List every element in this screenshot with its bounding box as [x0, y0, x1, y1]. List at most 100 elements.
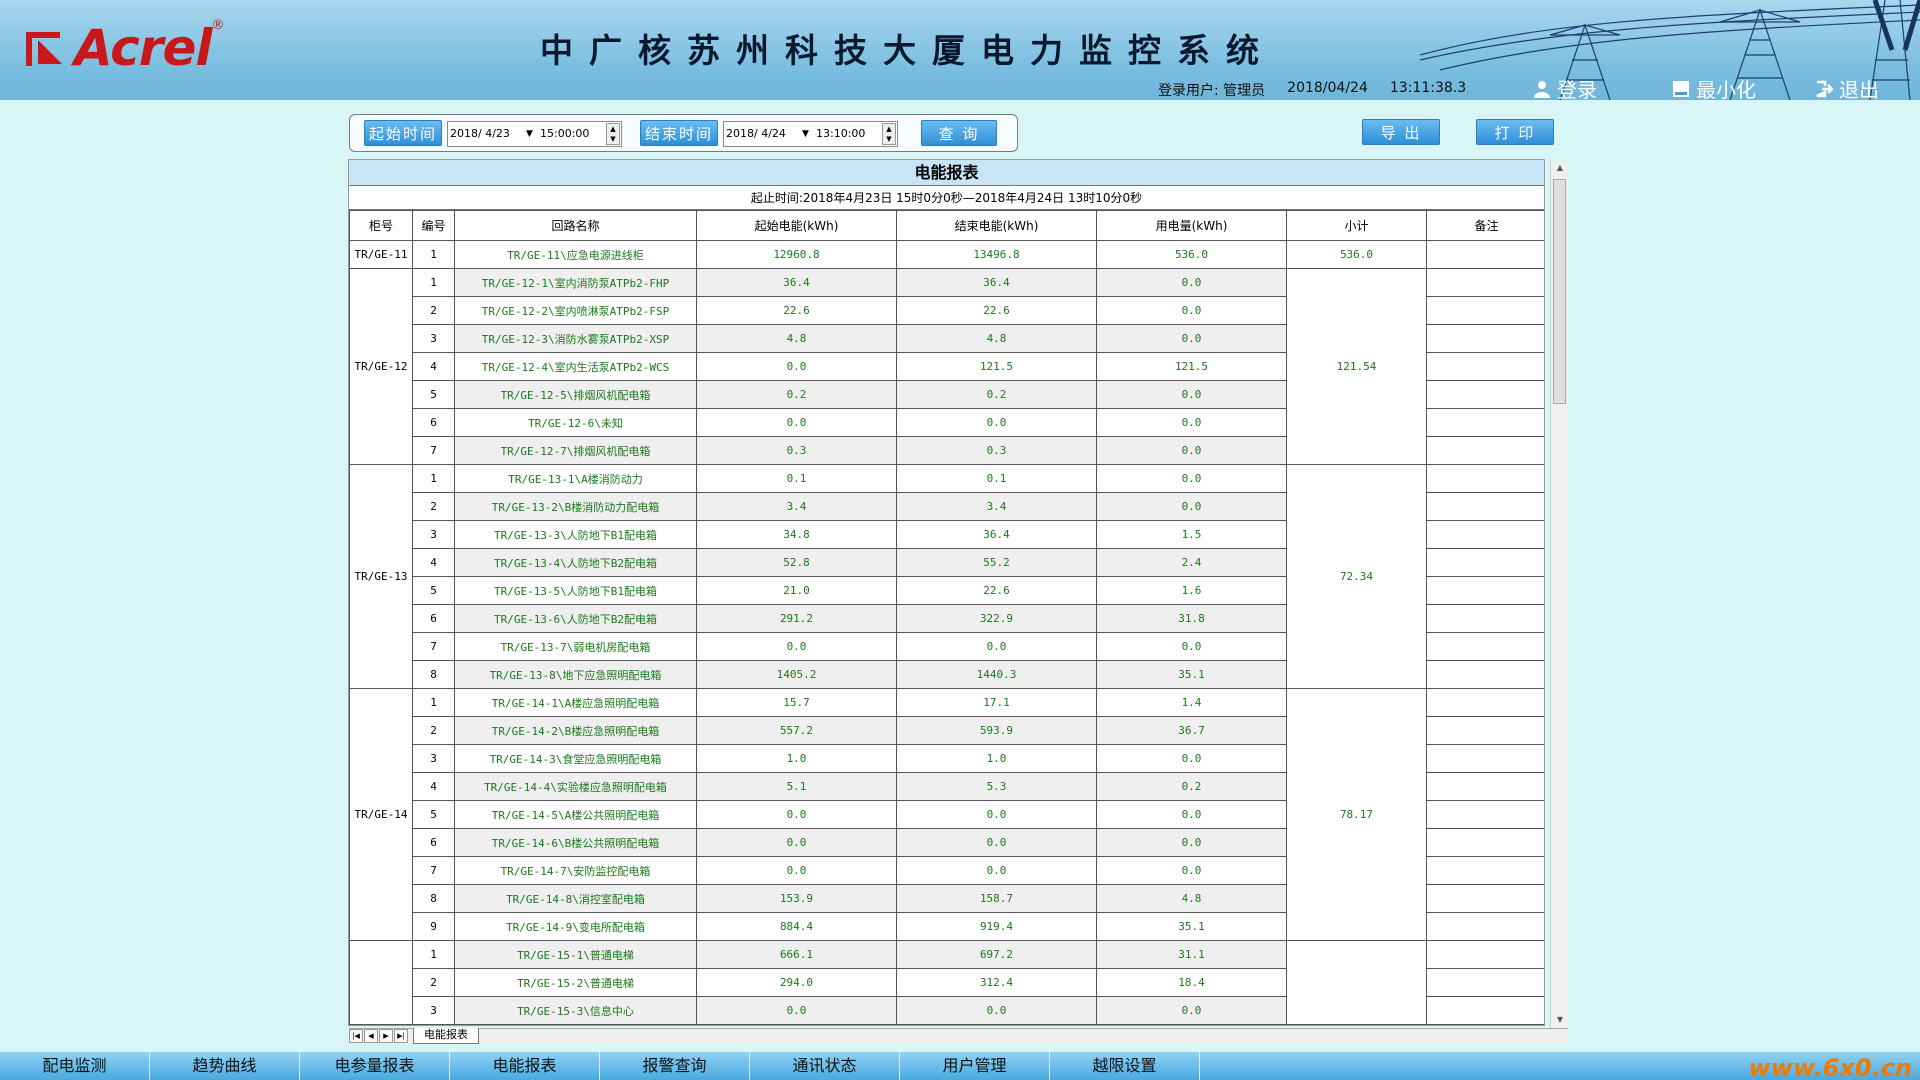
start-energy-cell: 557.2 — [696, 716, 897, 745]
row-number-cell: 2 — [412, 492, 455, 521]
circuit-name-cell: TR/GE-14-2\B楼应急照明配电箱 — [454, 716, 697, 745]
start-energy-cell: 4.8 — [696, 324, 897, 353]
consumption-cell: 0.0 — [1096, 464, 1287, 493]
logo-mark-icon — [26, 26, 70, 70]
minimize-button[interactable]: 最小化 — [1672, 74, 1756, 100]
start-energy-cell: 36.4 — [696, 268, 897, 297]
subtotal-cell: 72.34 — [1286, 464, 1427, 689]
nav-user-management[interactable]: 用户管理 — [900, 1052, 1050, 1080]
login-button[interactable]: 登录 — [1533, 74, 1597, 100]
consumption-cell: 1.5 — [1096, 520, 1287, 549]
end-energy-cell: 1440.3 — [896, 660, 1097, 689]
start-date-value: 2018/ 4/23 — [450, 127, 510, 140]
row-number-cell: 3 — [412, 520, 455, 549]
login-label: 登录 — [1557, 78, 1597, 100]
start-datetime-picker[interactable]: 2018/ 4/23 ▼ 15:00:00 ▲ ▼ — [447, 121, 622, 147]
remark-cell — [1426, 408, 1544, 437]
nav-parameter-report[interactable]: 电参量报表 — [300, 1052, 450, 1080]
end-energy-cell: 1.0 — [896, 744, 1097, 773]
column-header: 小计 — [1286, 210, 1427, 241]
report-time-range: 起止时间:2018年4月23日 15时0分0秒—2018年4月24日 13时10… — [349, 186, 1544, 210]
consumption-cell: 2.4 — [1096, 548, 1287, 577]
remark-cell — [1426, 492, 1544, 521]
scroll-down-icon[interactable]: ▼ — [1551, 1013, 1569, 1027]
remark-cell — [1426, 604, 1544, 633]
first-sheet-icon[interactable]: |◀ — [349, 1029, 363, 1043]
exit-icon — [1816, 80, 1833, 97]
remark-cell — [1426, 632, 1544, 661]
circuit-name-cell: TR/GE-13-7\弱电机房配电箱 — [454, 632, 697, 661]
remark-cell — [1426, 856, 1544, 885]
minimize-label: 最小化 — [1696, 78, 1756, 100]
row-number-cell: 3 — [412, 744, 455, 773]
login-user-name: 管理员 — [1223, 83, 1266, 99]
end-energy-cell: 0.1 — [896, 464, 1097, 493]
circuit-name-cell: TR/GE-13-4\人防地下B2配电箱 — [454, 548, 697, 577]
scrollbar-thumb[interactable] — [1553, 179, 1566, 404]
energy-report-table: 柜号 编号 回路名称 起始电能(kWh) 结束电能(kWh) 用电量(kWh) … — [349, 210, 1544, 1025]
start-energy-cell: 0.0 — [696, 996, 897, 1025]
prev-sheet-icon[interactable]: ◀ — [364, 1029, 378, 1043]
sheet-tab-energy-report[interactable]: 电能报表 — [413, 1028, 479, 1044]
nav-power-monitoring[interactable]: 配电监测 — [0, 1052, 150, 1080]
remark-cell — [1426, 772, 1544, 801]
print-button[interactable]: 打 印 — [1476, 119, 1554, 145]
row-number-cell: 5 — [412, 800, 455, 829]
exit-label: 退出 — [1839, 78, 1879, 100]
spinner-icon[interactable]: ▲ ▼ — [882, 123, 896, 145]
dropdown-arrow-icon[interactable]: ▼ — [526, 122, 533, 146]
site-watermark: www.6x0.cn — [1748, 1054, 1912, 1080]
consumption-cell: 4.8 — [1096, 884, 1287, 913]
nav-alarm-query[interactable]: 报警查询 — [600, 1052, 750, 1080]
end-energy-cell: 697.2 — [896, 940, 1097, 969]
consumption-cell: 18.4 — [1096, 968, 1287, 997]
column-header: 用电量(kWh) — [1096, 210, 1287, 241]
nav-communication-status[interactable]: 通讯状态 — [750, 1052, 900, 1080]
end-energy-cell: 0.0 — [896, 408, 1097, 437]
exit-button[interactable]: 退出 — [1815, 74, 1879, 100]
start-energy-cell: 884.4 — [696, 912, 897, 941]
end-datetime-picker[interactable]: 2018/ 4/24 ▼ 13:10:00 ▲ ▼ — [723, 121, 898, 147]
column-header: 柜号 — [349, 210, 413, 241]
dropdown-arrow-icon[interactable]: ▼ — [802, 122, 809, 146]
remark-cell — [1426, 464, 1544, 493]
user-icon — [1534, 80, 1550, 98]
start-energy-cell: 0.0 — [696, 352, 897, 381]
start-energy-cell: 34.8 — [696, 520, 897, 549]
login-user-label: 登录用户: — [1158, 83, 1219, 99]
minimize-icon — [1673, 80, 1689, 97]
end-energy-cell: 3.4 — [896, 492, 1097, 521]
nav-energy-report[interactable]: 电能报表 — [450, 1052, 600, 1080]
nav-limit-settings[interactable]: 越限设置 — [1050, 1052, 1200, 1080]
remark-cell — [1426, 296, 1544, 325]
row-number-cell: 6 — [412, 408, 455, 437]
remark-cell — [1426, 660, 1544, 689]
circuit-name-cell: TR/GE-12-7\排烟风机配电箱 — [454, 436, 697, 465]
circuit-name-cell: TR/GE-12-4\室内生活泵ATPb2-WCS — [454, 352, 697, 381]
end-energy-cell: 36.4 — [896, 520, 1097, 549]
remark-cell — [1426, 352, 1544, 381]
end-energy-cell: 55.2 — [896, 548, 1097, 577]
column-header: 回路名称 — [454, 210, 697, 241]
spinner-icon[interactable]: ▲ ▼ — [606, 123, 620, 145]
nav-trend-curve[interactable]: 趋势曲线 — [150, 1052, 300, 1080]
circuit-name-cell: TR/GE-12-2\室内喷淋泵ATPb2-FSP — [454, 296, 697, 325]
consumption-cell: 536.0 — [1096, 240, 1287, 269]
next-sheet-icon[interactable]: ▶ — [379, 1029, 393, 1043]
query-button[interactable]: 查 询 — [921, 120, 997, 146]
energy-report: 电能报表 起止时间:2018年4月23日 15时0分0秒—2018年4月24日 … — [348, 159, 1545, 1026]
remark-cell — [1426, 884, 1544, 913]
cabinet-cell — [349, 940, 413, 1025]
cabinet-cell: TR/GE-14 — [349, 688, 413, 941]
last-sheet-icon[interactable]: ▶| — [394, 1029, 408, 1043]
vertical-scrollbar[interactable]: ▲ ▼ — [1550, 161, 1568, 1027]
scroll-up-icon[interactable]: ▲ — [1551, 161, 1569, 175]
row-number-cell: 7 — [412, 436, 455, 465]
circuit-name-cell: TR/GE-15-3\信息中心 — [454, 996, 697, 1025]
circuit-name-cell: TR/GE-12-6\未知 — [454, 408, 697, 437]
sheet-tab-bar: |◀ ◀ ▶ ▶| 电能报表 — [349, 1028, 1568, 1044]
consumption-cell: 36.7 — [1096, 716, 1287, 745]
end-energy-cell: 17.1 — [896, 688, 1097, 717]
start-energy-cell: 0.0 — [696, 828, 897, 857]
export-button[interactable]: 导 出 — [1362, 119, 1440, 145]
